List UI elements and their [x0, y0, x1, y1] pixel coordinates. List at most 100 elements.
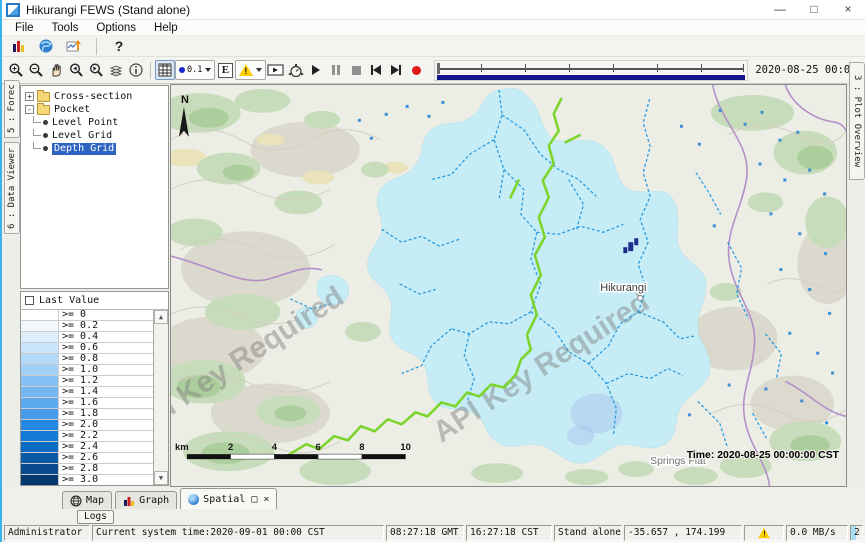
menu-file[interactable]: File [6, 20, 43, 36]
scroll-up-icon[interactable]: ▲ [154, 310, 168, 324]
grid-toggle-button[interactable] [155, 60, 175, 80]
warning-icon [239, 64, 253, 76]
logs-row: Logs [2, 509, 865, 524]
town-dot [638, 295, 643, 300]
legend-label: >= 1.2 [59, 376, 98, 386]
chevron-down-icon [256, 68, 262, 72]
zoom-in-button[interactable] [6, 60, 26, 80]
zoom-next-button[interactable] [86, 60, 106, 80]
legend-label: >= 3.0 [59, 475, 98, 485]
wire-globe-icon [70, 495, 82, 507]
scale-tick: 10 [400, 442, 410, 453]
zoom-previous-button[interactable] [66, 60, 86, 80]
legend-scrollbar[interactable]: ▲ ▼ [153, 310, 168, 485]
legend-swatch [21, 310, 59, 320]
sidetab-data-viewer[interactable]: 6 : Data Viewer [4, 142, 20, 234]
bullet-icon [43, 146, 48, 151]
legend-swatch [21, 442, 59, 452]
timer-button[interactable] [286, 60, 306, 80]
tab-map[interactable]: Map [62, 491, 112, 509]
pause-button[interactable] [326, 60, 346, 80]
bullet-icon [43, 120, 48, 125]
elevation-button[interactable]: E [215, 60, 235, 80]
expand-icon[interactable]: + [25, 92, 34, 101]
legend-label: >= 1.4 [59, 387, 98, 397]
memory-cell: 2.5 GB [850, 525, 863, 541]
menu-help[interactable]: Help [145, 20, 187, 36]
record-button[interactable] [406, 60, 426, 80]
last-value-label: Last Value [39, 295, 99, 306]
collapse-icon[interactable]: - [25, 105, 34, 114]
step-forward-button[interactable] [386, 60, 406, 80]
user-cell: Administrator [4, 525, 90, 541]
layers-button[interactable] [106, 60, 126, 80]
scale-tick: 6 [316, 442, 321, 453]
restore-tab-icon[interactable]: □ [251, 494, 257, 505]
map-canvas[interactable]: API Key Required API Key Required [171, 85, 846, 486]
map-viewport[interactable]: API Key Required API Key Required [170, 84, 847, 487]
timeline-thumb[interactable] [437, 63, 440, 74]
app-window: Hikurangi FEWS (Stand alone) — □ × File … [0, 0, 865, 542]
interval-value: 0.1 [187, 65, 202, 75]
legend-label: >= 0.4 [59, 332, 98, 342]
coordinates-cell: -35.657 , 174.199 [624, 525, 742, 541]
chart-export-button[interactable] [64, 36, 84, 56]
scale-tick: 8 [359, 442, 364, 453]
step-back-button[interactable] [366, 60, 386, 80]
legend-label: >= 2.0 [59, 420, 98, 430]
menu-options[interactable]: Options [87, 20, 145, 36]
town-label: Hikurangi [600, 282, 646, 294]
play-button[interactable] [306, 60, 326, 80]
legend-swatch [21, 321, 59, 331]
maximize-button[interactable]: □ [797, 0, 831, 20]
tree-item-level-point[interactable]: Level Point [21, 116, 168, 129]
close-button[interactable]: × [831, 0, 865, 20]
sidetab-forecast[interactable]: 5 : Forec [4, 80, 20, 138]
tree-item-level-grid[interactable]: Level Grid [21, 129, 168, 142]
toolbar-separator [150, 62, 151, 79]
globe-icon [188, 494, 199, 505]
info-button[interactable] [126, 60, 146, 80]
tree-item-cross-section[interactable]: + Cross-section [21, 90, 168, 103]
scroll-down-icon[interactable]: ▼ [154, 471, 168, 485]
minimize-button[interactable]: — [763, 0, 797, 20]
interval-dropdown[interactable]: 0.1 [175, 60, 215, 80]
legend-swatch [21, 431, 59, 441]
tree-item-depth-grid[interactable]: Depth Grid [21, 142, 168, 155]
chevron-down-icon [205, 68, 211, 72]
logs-button[interactable]: Logs [77, 510, 114, 524]
animation-player-button[interactable] [266, 60, 286, 80]
tab-graph[interactable]: Graph [115, 491, 177, 509]
database-chart-button[interactable] [8, 36, 28, 56]
bar-chart-icon [123, 495, 135, 507]
help-button[interactable]: ? [109, 36, 129, 56]
menu-tools[interactable]: Tools [43, 20, 88, 36]
legend-swatch [21, 387, 59, 397]
last-value-checkbox[interactable] [25, 296, 34, 305]
zoom-out-button[interactable] [26, 60, 46, 80]
legend-table: >= 0 >= 0.2 >= 0.4 >= 0.6 >= 0.8 >= 1.0 … [21, 310, 153, 485]
bullet-icon [43, 133, 48, 138]
legend-label: >= 2.4 [59, 442, 98, 452]
tab-spatial[interactable]: Spatial □ × [180, 488, 277, 509]
close-tab-icon[interactable]: × [263, 494, 269, 505]
legend-label: >= 1.8 [59, 409, 98, 419]
globe-button[interactable] [36, 36, 56, 56]
tree-item-pocket[interactable]: - Pocket [21, 103, 168, 116]
mode-cell: Stand alone [554, 525, 622, 541]
legend-header: Last Value [21, 292, 168, 310]
local-time-cell: 16:27:18 CST [466, 525, 552, 541]
timeline-slider[interactable] [434, 60, 748, 81]
status-bar: Administrator Current system time:2020-0… [2, 524, 865, 542]
menu-bar: File Tools Options Help [2, 20, 865, 36]
interval-dot-icon [179, 67, 185, 73]
pan-button[interactable] [46, 60, 66, 80]
legend-label: >= 1.6 [59, 398, 98, 408]
legend-label: >= 2.2 [59, 431, 98, 441]
status-warning-cell[interactable] [744, 525, 784, 541]
stop-button[interactable] [346, 60, 366, 80]
folder-icon [37, 92, 50, 102]
sidetab-plot-overview[interactable]: 3 : Plot Overview [849, 62, 865, 180]
legend-label: >= 0 [59, 310, 86, 320]
warning-dropdown[interactable] [235, 60, 266, 80]
